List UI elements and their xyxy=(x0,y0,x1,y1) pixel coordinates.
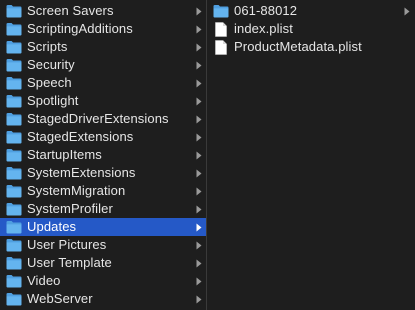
folder-icon xyxy=(6,94,22,108)
chevron-right-icon xyxy=(195,290,203,308)
chevron-right-icon xyxy=(195,272,203,290)
folder-icon xyxy=(6,256,22,270)
folder-row-startupitems[interactable]: StartupItems xyxy=(0,146,206,164)
folder-row-stagedextensions[interactable]: StagedExtensions xyxy=(0,128,206,146)
folder-row-video[interactable]: Video xyxy=(0,272,206,290)
folder-row-webserver[interactable]: WebServer xyxy=(0,290,206,308)
item-label: Video xyxy=(27,273,61,288)
chevron-right-icon xyxy=(195,236,203,254)
folder-row-user-pictures[interactable]: User Pictures xyxy=(0,236,206,254)
folder-row-security[interactable]: Security xyxy=(0,56,206,74)
item-label: User Template xyxy=(27,255,112,270)
item-label: Speech xyxy=(27,75,72,90)
folder-icon xyxy=(6,166,22,180)
folder-icon xyxy=(6,184,22,198)
item-label: ScriptingAdditions xyxy=(27,21,133,36)
folder-row-user-template[interactable]: User Template xyxy=(0,254,206,272)
folder-icon xyxy=(6,274,22,288)
folder-icon xyxy=(6,238,22,252)
item-label: Security xyxy=(27,57,75,72)
folder-icon xyxy=(6,148,22,162)
chevron-right-icon xyxy=(195,200,203,218)
folder-icon xyxy=(6,22,22,36)
chevron-right-icon xyxy=(195,164,203,182)
item-label: Spotlight xyxy=(27,93,79,108)
folder-row-stageddriverextensions[interactable]: StagedDriverExtensions xyxy=(0,110,206,128)
item-label: WebServer xyxy=(27,291,93,306)
folder-row-speech[interactable]: Speech xyxy=(0,74,206,92)
chevron-right-icon xyxy=(195,38,203,56)
item-label: StartupItems xyxy=(27,147,102,162)
chevron-right-icon xyxy=(195,2,203,20)
chevron-right-icon xyxy=(195,92,203,110)
folder-row-scripts[interactable]: Scripts xyxy=(0,38,206,56)
chevron-right-icon xyxy=(195,182,203,200)
folder-row-scriptingadditions[interactable]: ScriptingAdditions xyxy=(0,20,206,38)
chevron-right-icon xyxy=(195,146,203,164)
chevron-right-icon xyxy=(195,56,203,74)
folder-icon xyxy=(213,4,229,18)
item-label: Updates xyxy=(27,219,77,234)
item-label: SystemMigration xyxy=(27,183,126,198)
folder-icon xyxy=(6,292,22,306)
document-icon xyxy=(215,21,227,37)
folder-row-screen-savers[interactable]: Screen Savers xyxy=(0,2,206,20)
chevron-right-icon xyxy=(195,74,203,92)
chevron-right-icon xyxy=(195,128,203,146)
folder-row-061-88012[interactable]: 061-88012 xyxy=(207,2,414,20)
item-label: ProductMetadata.plist xyxy=(234,39,362,54)
folder-row-spotlight[interactable]: Spotlight xyxy=(0,92,206,110)
file-row-index-plist[interactable]: index.plist xyxy=(207,20,414,38)
column-library[interactable]: Screen Savers ScriptingAdditions Scripts Se… xyxy=(0,0,207,310)
folder-icon xyxy=(6,40,22,54)
chevron-right-icon xyxy=(195,218,203,236)
chevron-right-icon xyxy=(403,2,411,20)
item-label: SystemExtensions xyxy=(27,165,136,180)
item-label: index.plist xyxy=(234,21,293,36)
folder-row-systemprofiler[interactable]: SystemProfiler xyxy=(0,200,206,218)
item-label: 061-88012 xyxy=(234,3,298,18)
item-label: SystemProfiler xyxy=(27,201,113,216)
document-icon xyxy=(215,39,227,55)
item-label: Screen Savers xyxy=(27,3,114,18)
chevron-right-icon xyxy=(195,254,203,272)
folder-row-updates[interactable]: Updates xyxy=(0,218,206,236)
finder-column-browser: Screen Savers ScriptingAdditions Scripts Se… xyxy=(0,0,415,310)
file-row-productmetadata-plist[interactable]: ProductMetadata.plist xyxy=(207,38,414,56)
folder-icon xyxy=(6,130,22,144)
chevron-right-icon xyxy=(195,20,203,38)
folder-row-systemextensions[interactable]: SystemExtensions xyxy=(0,164,206,182)
chevron-right-icon xyxy=(195,110,203,128)
folder-icon xyxy=(6,220,22,234)
folder-icon xyxy=(6,4,22,18)
item-label: StagedDriverExtensions xyxy=(27,111,169,126)
folder-row-systemmigration[interactable]: SystemMigration xyxy=(0,182,206,200)
column-updates-contents[interactable]: 061-88012 index.plist ProductMetadata.plis… xyxy=(207,0,414,310)
item-label: StagedExtensions xyxy=(27,129,134,144)
item-label: User Pictures xyxy=(27,237,107,252)
item-label: Scripts xyxy=(27,39,68,54)
folder-icon xyxy=(6,76,22,90)
folder-icon xyxy=(6,112,22,126)
folder-icon xyxy=(6,202,22,216)
folder-icon xyxy=(6,58,22,72)
